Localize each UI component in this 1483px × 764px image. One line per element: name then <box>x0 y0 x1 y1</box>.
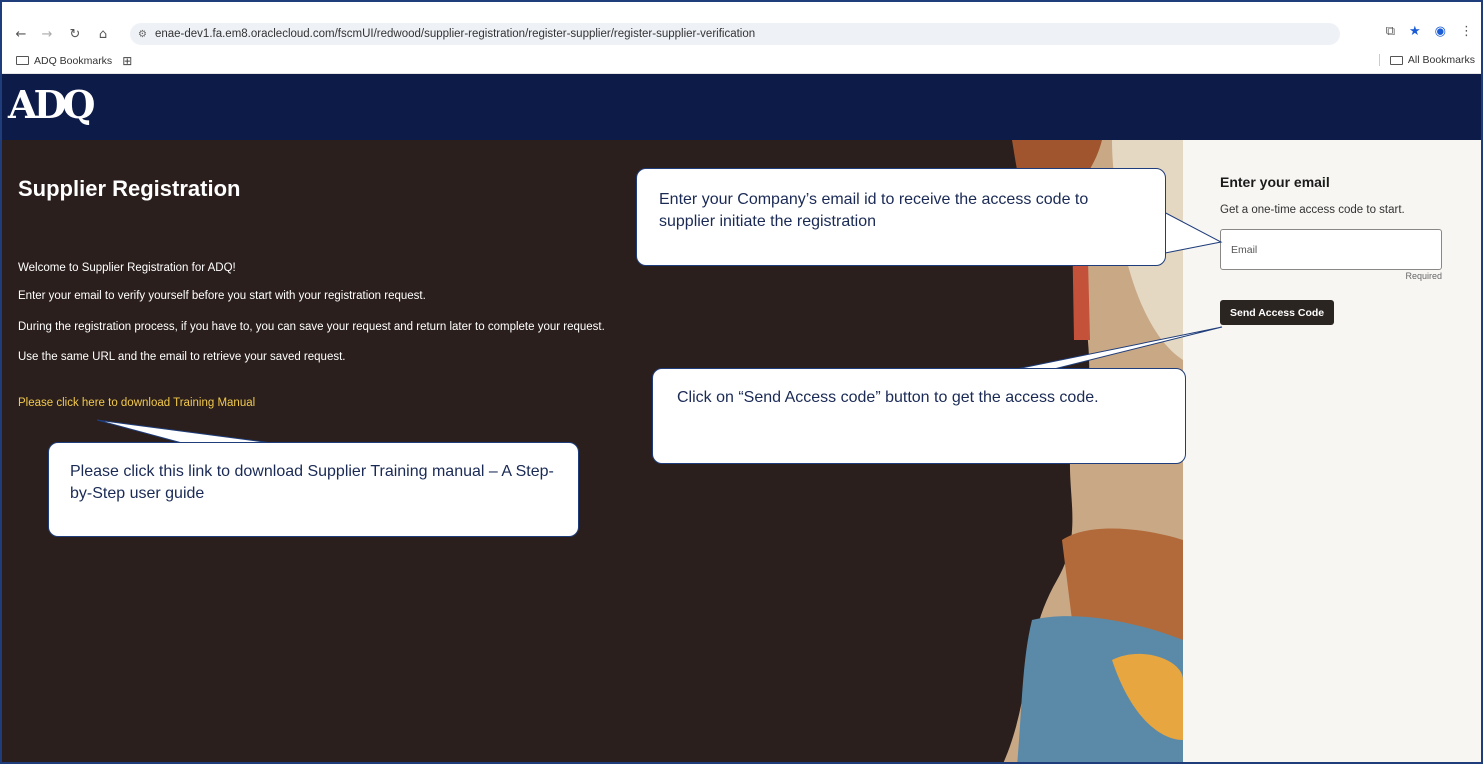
welcome-text: Welcome to Supplier Registration for ADQ… <box>18 262 236 274</box>
menu-icon[interactable]: ⋮ <box>1460 24 1473 39</box>
panel-title: Enter your email <box>1220 174 1330 190</box>
callout-manual: Please click this link to download Suppl… <box>48 442 579 537</box>
url-field[interactable]: ⚙ enae-dev1.fa.em8.oraclecloud.com/fscmU… <box>130 23 1340 45</box>
required-label: Required <box>1405 271 1442 281</box>
panel-subtitle: Get a one-time access code to start. <box>1220 204 1405 216</box>
instruction-save: During the registration process, if you … <box>18 321 605 333</box>
all-bookmarks[interactable]: All Bookmarks <box>1378 54 1475 66</box>
screenshot-frame: ← → ↻ ⌂ ⚙ enae-dev1.fa.em8.oraclecloud.c… <box>0 0 1483 764</box>
callout-email: Enter your Company’s email id to receive… <box>636 168 1166 266</box>
cast-icon[interactable]: ⧉ <box>1386 24 1395 39</box>
callout-send: Click on “Send Access code” button to ge… <box>652 368 1186 464</box>
reload-icon[interactable]: ↻ <box>64 23 86 45</box>
home-icon[interactable]: ⌂ <box>92 23 114 45</box>
forward-icon[interactable]: → <box>36 23 58 45</box>
profile-icon[interactable]: ◉ <box>1435 24 1446 39</box>
instruction-verify: Enter your email to verify yourself befo… <box>18 290 426 302</box>
bookmarks-bar: ADQ Bookmarks ⊞ All Bookmarks <box>2 48 1481 74</box>
bookmark-folder-adq[interactable]: ADQ Bookmarks <box>16 55 112 67</box>
url-text: enae-dev1.fa.em8.oraclecloud.com/fscmUI/… <box>154 28 756 40</box>
folder-icon <box>16 56 29 65</box>
adq-logo[interactable]: ADQ <box>8 82 96 127</box>
email-input[interactable] <box>1220 229 1442 270</box>
training-manual-link[interactable]: Please click here to download Training M… <box>18 397 255 409</box>
all-bookmarks-label: All Bookmarks <box>1407 54 1475 66</box>
site-info-icon[interactable]: ⚙ <box>138 29 147 40</box>
address-bar: ← → ↻ ⌂ ⚙ enae-dev1.fa.em8.oraclecloud.c… <box>2 20 1481 48</box>
browser-actions: ⧉ ★ ◉ ⋮ <box>1386 24 1473 39</box>
email-panel: Enter your email Get a one-time access c… <box>1183 140 1481 762</box>
send-access-code-button[interactable]: Send Access Code <box>1220 300 1335 325</box>
instruction-retrieve: Use the same URL and the email to retrie… <box>18 351 346 363</box>
apps-icon[interactable]: ⊞ <box>122 54 132 68</box>
page-title: Supplier Registration <box>18 176 241 201</box>
site-header: ADQ <box>2 74 1481 140</box>
bookmark-folder-label: ADQ Bookmarks <box>34 54 113 67</box>
back-icon[interactable]: ← <box>10 23 32 45</box>
folder-icon <box>1389 55 1403 65</box>
star-icon[interactable]: ★ <box>1409 24 1421 39</box>
